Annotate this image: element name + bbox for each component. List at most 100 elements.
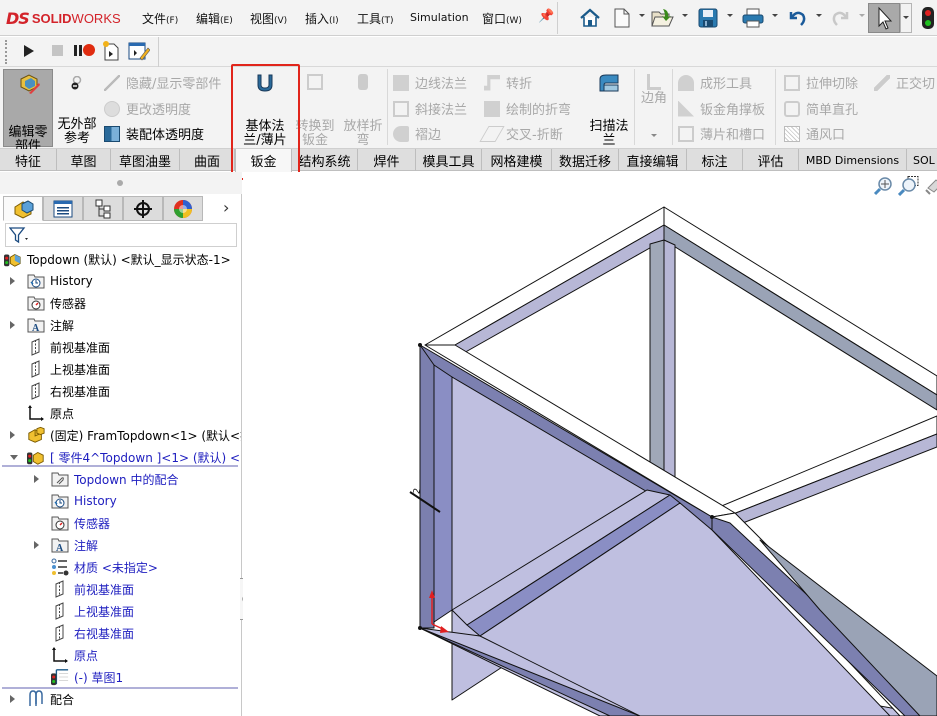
- tab-features[interactable]: 特征: [0, 149, 57, 171]
- tab-mbd-dimensions[interactable]: MBD Dimensions: [799, 149, 907, 171]
- select-button[interactable]: [868, 3, 900, 33]
- expand-arrow-icon[interactable]: [10, 695, 15, 703]
- graphics-viewport[interactable]: 2: [243, 172, 937, 716]
- normal-cut-button[interactable]: 正交切: [874, 73, 935, 92]
- tab-and-slot-button[interactable]: 薄片和槽口: [678, 124, 765, 143]
- sketched-bend-button[interactable]: 绘制的折弯: [484, 99, 571, 118]
- tree-root[interactable]: Topdown (默认) <默认_显示状态-1>: [0, 248, 241, 270]
- expand-arrow-icon[interactable]: [10, 277, 15, 285]
- display-manager-tab[interactable]: [163, 196, 203, 221]
- lofted-bend-button[interactable]: 放样折 弯: [340, 72, 386, 148]
- tree-item[interactable]: 前视基准面: [0, 336, 241, 358]
- menu-simulation[interactable]: Simulation: [410, 11, 469, 24]
- tab-sketch[interactable]: 草图: [57, 149, 111, 171]
- edge-flange-button[interactable]: 边线法兰: [393, 73, 467, 92]
- tab-markup[interactable]: 标注: [687, 149, 743, 171]
- panel-tabs-scroll-right-icon[interactable]: ›: [223, 198, 229, 217]
- tab-direct-editing[interactable]: 直接编辑: [619, 149, 687, 171]
- redo-button[interactable]: [830, 6, 852, 30]
- record-pause-macro-icon[interactable]: [74, 44, 95, 58]
- tab-solidworks-addins[interactable]: SOL: [907, 149, 937, 171]
- menu-tools[interactable]: 工具(T): [357, 10, 394, 27]
- propertymanager-tab[interactable]: [43, 196, 83, 221]
- menu-view[interactable]: 视图(V): [250, 10, 287, 27]
- zoom-to-fit-button[interactable]: [873, 176, 893, 196]
- save-dropdown-arrow[interactable]: [727, 14, 733, 17]
- dimxpert-tab[interactable]: [123, 196, 163, 221]
- rebuild-traffic-light-icon[interactable]: [922, 7, 934, 29]
- featuremanager-tab[interactable]: [3, 196, 43, 221]
- jog-button[interactable]: 转折: [484, 73, 532, 92]
- expand-arrow-icon[interactable]: [10, 321, 15, 329]
- tree-item[interactable]: History: [0, 270, 241, 292]
- tab-weldments[interactable]: 焊件: [358, 149, 416, 171]
- tree-item[interactable]: A 注解: [0, 534, 241, 556]
- collapse-arrow-icon[interactable]: [10, 455, 18, 460]
- tree-item[interactable]: 上视基准面: [0, 600, 241, 622]
- vent-button[interactable]: 通风口: [784, 124, 845, 143]
- tab-mold-tools[interactable]: 模具工具: [416, 149, 482, 171]
- menu-edit[interactable]: 编辑(E): [196, 10, 233, 27]
- open-button[interactable]: [651, 6, 675, 30]
- tree-item[interactable]: 配合: [0, 688, 241, 710]
- menu-insert[interactable]: 插入(I): [305, 10, 339, 27]
- expand-arrow-icon[interactable]: [10, 431, 15, 439]
- tree-item[interactable]: 右视基准面: [0, 622, 241, 644]
- expand-arrow-icon[interactable]: [34, 475, 39, 483]
- menu-window[interactable]: 窗口(W): [482, 10, 522, 27]
- print-dropdown-arrow[interactable]: [772, 14, 778, 17]
- extruded-cut-button[interactable]: 拉伸切除: [784, 73, 858, 92]
- tree-item[interactable]: 右视基准面: [0, 380, 241, 402]
- undo-button[interactable]: [786, 6, 808, 30]
- tree-item[interactable]: 传感器: [0, 512, 241, 534]
- tree-item[interactable]: 前视基准面: [0, 578, 241, 600]
- assembly-transparency-button[interactable]: 装配体透明度: [104, 124, 204, 143]
- tree-item[interactable]: 原点: [0, 644, 241, 666]
- tree-item[interactable]: 传感器: [0, 292, 241, 314]
- configurationmanager-tab[interactable]: [83, 196, 123, 221]
- play-macro-icon[interactable]: [24, 45, 34, 57]
- solidworks-logo[interactable]: DS SOLID WORKS: [6, 8, 121, 28]
- print-button[interactable]: [741, 6, 765, 30]
- home-button[interactable]: [578, 6, 602, 30]
- tree-item[interactable]: History: [0, 490, 241, 512]
- new-macro-icon[interactable]: [102, 41, 120, 61]
- pin-icon[interactable]: 📌: [538, 9, 554, 24]
- corners-button[interactable]: 边角: [638, 72, 670, 106]
- corners-dropdown-arrow[interactable]: [651, 134, 657, 137]
- simple-hole-button[interactable]: 简单直孔: [784, 99, 858, 118]
- tree-item[interactable]: 材质 <未指定>: [0, 556, 241, 578]
- hide-show-components-button[interactable]: 隐藏/显示零部件: [104, 73, 221, 92]
- expand-arrow-icon[interactable]: [34, 541, 39, 549]
- new-document-button[interactable]: [612, 6, 632, 30]
- select-dropdown[interactable]: [900, 3, 912, 33]
- tree-item[interactable]: Topdown 中的配合: [0, 468, 241, 490]
- miter-flange-button[interactable]: 斜接法兰: [393, 99, 467, 118]
- undo-dropdown-arrow[interactable]: [816, 14, 822, 17]
- save-button[interactable]: [697, 6, 719, 30]
- new-dropdown-arrow[interactable]: [639, 14, 645, 17]
- tree-item[interactable]: 上视基准面: [0, 358, 241, 380]
- no-external-references-button[interactable]: 无外部 参考: [54, 74, 100, 146]
- change-transparency-button[interactable]: 更改透明度: [104, 99, 191, 118]
- tab-mesh-modeling[interactable]: 网格建模: [482, 149, 552, 171]
- gusset-button[interactable]: 钣金角撑板: [678, 99, 765, 118]
- tab-structure-system[interactable]: 结构系统: [292, 149, 358, 171]
- tree-item[interactable]: (-) 草图1: [0, 666, 241, 688]
- open-dropdown-arrow[interactable]: [682, 14, 688, 17]
- panel-collapse-handle[interactable]: [117, 180, 123, 186]
- tab-data-migration[interactable]: 数据迁移: [552, 149, 619, 171]
- redo-dropdown-arrow[interactable]: [859, 14, 865, 17]
- hem-button[interactable]: 褶边: [393, 124, 441, 143]
- forming-tool-button[interactable]: 成形工具: [678, 73, 752, 92]
- stop-macro-icon[interactable]: [52, 45, 63, 56]
- swept-flange-button[interactable]: 扫描法 兰: [584, 72, 634, 148]
- tab-evaluate[interactable]: 评估: [743, 149, 799, 171]
- edit-component-button[interactable]: 编辑零 部件: [3, 69, 53, 154]
- menu-file[interactable]: 文件(F): [142, 10, 178, 27]
- tree-item[interactable]: (固定) FramTopdown<1> (默认<控: [0, 424, 241, 446]
- edit-macro-icon[interactable]: [128, 41, 151, 61]
- previous-view-button[interactable]: [924, 176, 937, 196]
- tree-filter-bar[interactable]: [5, 223, 237, 247]
- tab-sketch-ink[interactable]: 草图油墨: [111, 149, 180, 171]
